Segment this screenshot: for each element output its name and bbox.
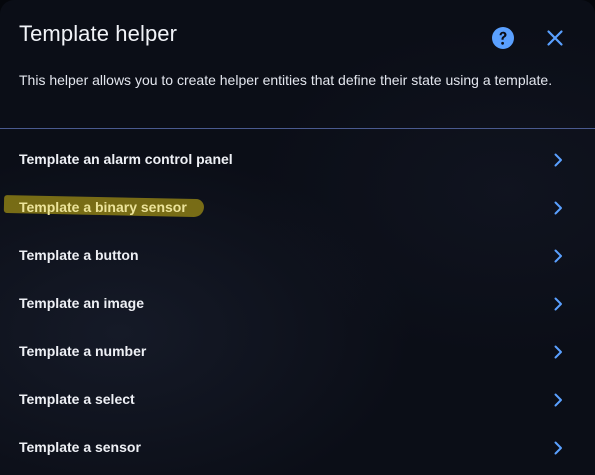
list-item-binary-sensor[interactable]: Template a binary sensor [0, 184, 595, 232]
chevron-right-icon [554, 201, 562, 215]
chevron-right-icon [554, 393, 562, 407]
list-item-label: Template a binary sensor [19, 199, 187, 215]
dialog-title: Template helper [19, 21, 178, 46]
header-divider [0, 128, 595, 129]
list-item-label: Template an alarm control panel [19, 151, 233, 167]
list-item-button[interactable]: Template a button [0, 232, 595, 280]
list-item-label: Template an image [19, 295, 145, 311]
template-type-list: Template an alarm control panel Template… [0, 136, 595, 472]
chevron-right-icon [554, 345, 562, 359]
chevron-right-icon [554, 297, 562, 311]
list-item-image[interactable]: Template an image [0, 280, 595, 328]
list-item-number[interactable]: Template a number [0, 328, 595, 376]
help-circle-icon [492, 27, 514, 49]
list-item-label: Template a sensor [19, 439, 141, 455]
list-item-alarm-control-panel[interactable]: Template an alarm control panel [0, 136, 595, 184]
list-item-label: Template a select [19, 391, 135, 407]
list-item-label: Template a number [19, 343, 147, 359]
chevron-right-icon [554, 441, 562, 455]
close-button[interactable] [543, 26, 567, 50]
list-item-select[interactable]: Template a select [0, 376, 595, 424]
help-button[interactable] [491, 26, 515, 50]
chevron-right-icon [554, 249, 562, 263]
chevron-right-icon [554, 153, 562, 167]
close-icon [547, 30, 563, 46]
dialog-header: Template helper This helper allows you t… [0, 0, 595, 128]
list-item-sensor[interactable]: Template a sensor [0, 424, 595, 472]
list-item-label: Template a button [19, 247, 139, 263]
dialog-description: This helper allows you to create helper … [19, 72, 553, 88]
template-helper-dialog: Template helper This helper allows you t… [0, 0, 595, 475]
